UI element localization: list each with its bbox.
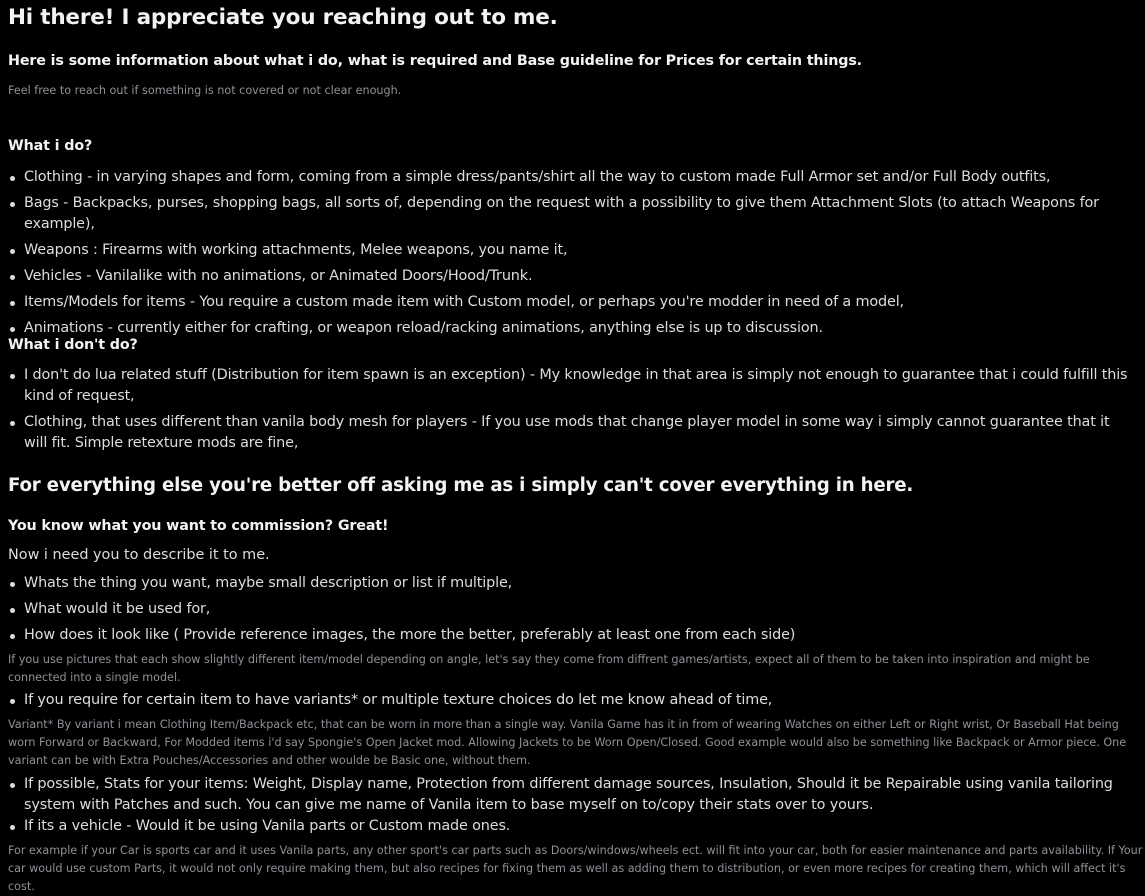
list-item: What would it be used for,	[8, 599, 1129, 620]
list-item: If its a vehicle - Would it be using Van…	[8, 816, 1129, 837]
stats-list: If possible, Stats for your items: Weigh…	[8, 774, 1129, 837]
list-item: Bags - Backpacks, purses, shopping bags,…	[8, 193, 1129, 235]
what-i-dont-do-heading: What i don't do?	[8, 337, 138, 353]
variants-list: If you require for certain item to have …	[8, 690, 1129, 716]
intro-heading: Here is some information about what i do…	[8, 53, 862, 69]
list-item: Vehicles - Vanilalike with no animations…	[8, 266, 1129, 287]
what-i-dont-do-list: I don't do lua related stuff (Distributi…	[8, 365, 1129, 459]
variant-note: Variant* By variant i mean Clothing Item…	[8, 718, 1127, 767]
list-item: Animations - currently either for crafti…	[8, 318, 1129, 339]
commission-lead: Now i need you to describe it to me.	[8, 547, 270, 563]
commission-heading: You know what you want to commission? Gr…	[8, 518, 389, 534]
message-document: Hi there! I appreciate you reaching out …	[0, 0, 1145, 893]
intro-note: Feel free to reach out if something is n…	[8, 84, 402, 97]
pictures-note: If you use pictures that each show sligh…	[8, 653, 1090, 684]
commission-list: Whats the thing you want, maybe small de…	[8, 573, 1129, 651]
list-item: Clothing, that uses different than vanil…	[8, 412, 1129, 454]
vehicle-note: For example if your Car is sports car an…	[8, 844, 1143, 893]
everything-else-heading: For everything else you're better off as…	[8, 475, 914, 496]
what-i-do-list: Clothing - in varying shapes and form, c…	[8, 167, 1129, 344]
what-i-do-heading: What i do?	[8, 138, 93, 154]
list-item: Clothing - in varying shapes and form, c…	[8, 167, 1129, 188]
page-title: Hi there! I appreciate you reaching out …	[8, 5, 558, 30]
list-item: Whats the thing you want, maybe small de…	[8, 573, 1129, 594]
list-item: If you require for certain item to have …	[8, 690, 1129, 711]
list-item: Items/Models for items - You require a c…	[8, 292, 1129, 313]
list-item: How does it look like ( Provide referenc…	[8, 625, 1129, 646]
list-item: Weapons : Firearms with working attachme…	[8, 240, 1129, 261]
list-item: I don't do lua related stuff (Distributi…	[8, 365, 1129, 407]
list-item: If possible, Stats for your items: Weigh…	[8, 774, 1129, 816]
